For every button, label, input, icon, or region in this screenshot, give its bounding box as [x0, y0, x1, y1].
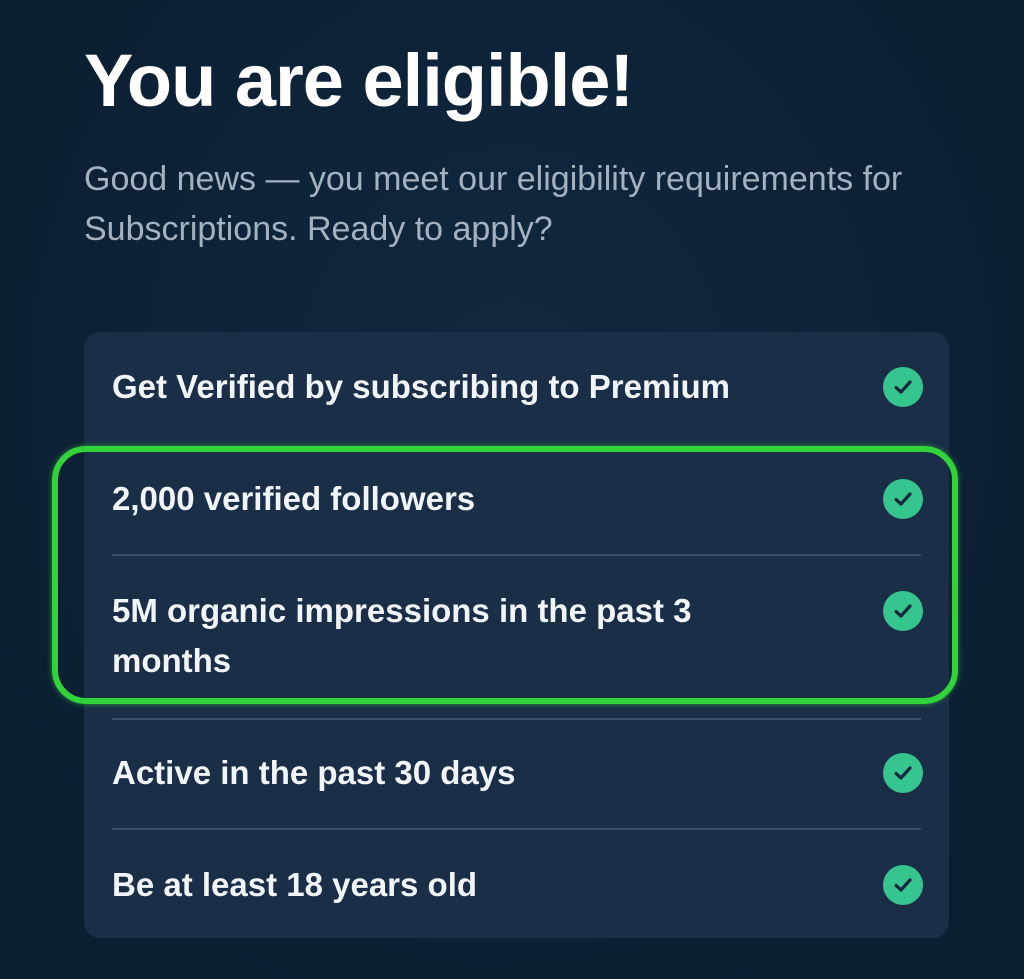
divider — [112, 828, 921, 830]
requirement-active: Active in the past 30 days — [112, 748, 923, 798]
requirement-premium: Get Verified by subscribing to Premium — [112, 362, 923, 412]
requirement-label: Be at least 18 years old — [112, 866, 478, 903]
check-circle-icon — [883, 479, 923, 519]
requirements-card: Get Verified by subscribing to Premium 2… — [84, 332, 949, 938]
divider — [112, 718, 921, 720]
requirement-impressions: 5M organic impressions in the past 3 mon… — [112, 586, 923, 686]
check-circle-icon — [883, 367, 923, 407]
divider — [112, 554, 921, 556]
check-circle-icon — [883, 753, 923, 793]
eligibility-screen: You are eligible! Good news — you meet o… — [0, 0, 1024, 979]
requirement-followers: 2,000 verified followers — [112, 474, 923, 524]
requirement-label: 5M organic impressions in the past 3 mon… — [112, 592, 692, 679]
page-subtitle: Good news — you meet our eligibility req… — [84, 160, 903, 248]
check-circle-icon — [883, 591, 923, 631]
requirement-label: 2,000 verified followers — [112, 480, 476, 517]
requirement-label: Active in the past 30 days — [112, 754, 516, 791]
check-circle-icon — [883, 865, 923, 905]
requirement-label: Get Verified by subscribing to Premium — [112, 368, 730, 405]
page-title: You are eligible! — [84, 39, 634, 122]
requirement-age: Be at least 18 years old — [112, 860, 923, 910]
